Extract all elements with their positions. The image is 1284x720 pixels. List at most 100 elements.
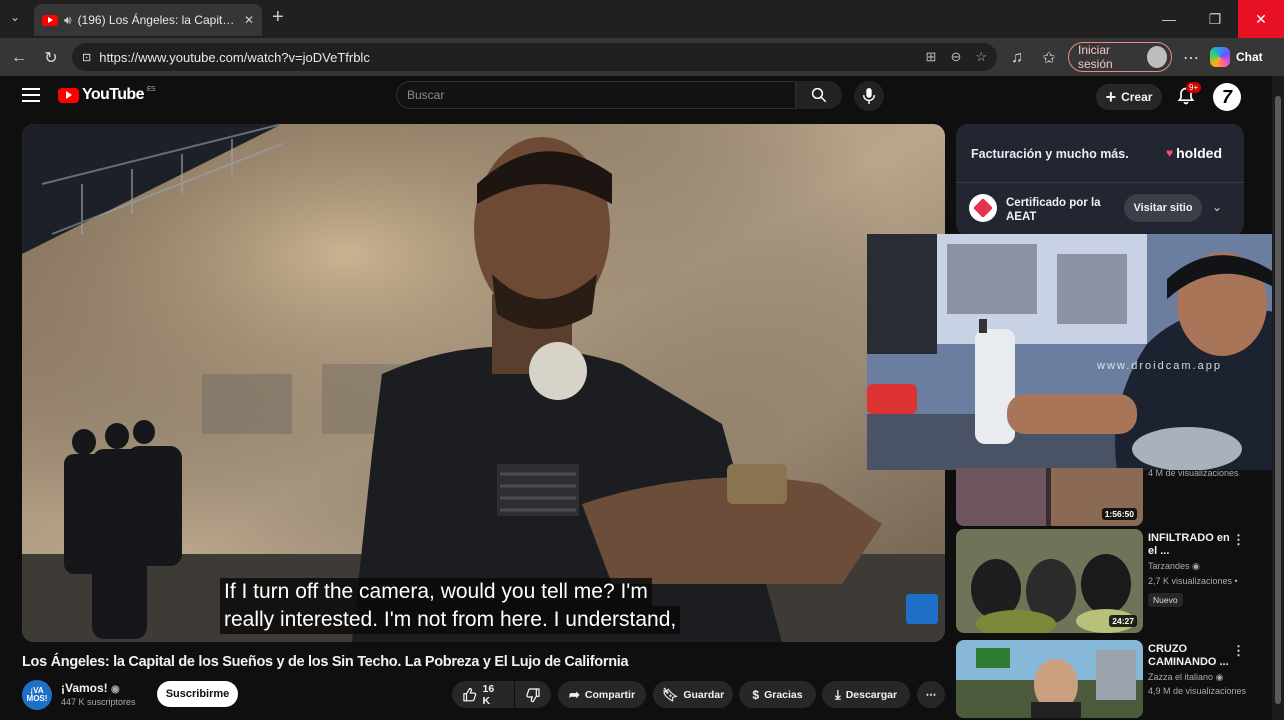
notifications-badge: 9+ <box>1186 82 1202 93</box>
favorites-icon[interactable]: ✩ <box>1038 47 1060 69</box>
channel-avatar[interactable]: ¡VA MOS! <box>22 680 52 710</box>
thanks-button[interactable]: $ Gracias <box>739 681 816 708</box>
tab-title: (196) Los Ángeles: la Capital de los Sue… <box>77 13 238 27</box>
share-icon: ➦ <box>568 686 580 702</box>
signin-label: Iniciar sesión <box>1078 43 1113 71</box>
copilot-icon <box>1210 47 1230 67</box>
like-count: 16 K <box>482 682 495 707</box>
subtitle-line: really interested. I'm not from here. I … <box>220 606 681 634</box>
video-frame <box>22 124 945 642</box>
thanks-label: Gracias <box>764 688 803 701</box>
ad-logo-icon <box>969 194 997 222</box>
ad-brand-name: holded <box>1176 145 1223 161</box>
plus-icon: + <box>1105 86 1117 107</box>
ad-card[interactable]: Facturación y mucho más. ♥ holded Certif… <box>956 124 1244 236</box>
favorite-star-icon[interactable]: ☆ <box>975 49 987 65</box>
browser-toolbar: ← ↻ ⊡ https://www.youtube.com/watch?v=jo… <box>0 38 1284 76</box>
media-control-icon[interactable]: ♫ <box>1006 47 1028 69</box>
profile-avatar-icon <box>1147 46 1167 68</box>
close-window-button[interactable]: ✕ <box>1238 0 1284 38</box>
close-tab-icon[interactable]: ✕ <box>244 13 254 27</box>
like-button[interactable]: 16 K <box>452 681 514 708</box>
video-title: Los Ángeles: la Capital de los Sueños y … <box>22 654 629 670</box>
youtube-logo-icon <box>58 87 79 103</box>
search-placeholder: Buscar <box>407 88 445 102</box>
channel-name[interactable]: ¡Vamos! ◉ <box>61 681 120 695</box>
restore-button[interactable]: ❐ <box>1192 0 1238 38</box>
chevron-down-icon[interactable]: ⌄ <box>1212 200 1222 214</box>
video-thumbnail[interactable]: 24:27 <box>956 529 1143 633</box>
video-duration: 24:27 <box>1109 615 1137 627</box>
verified-icon: ◉ <box>1192 561 1200 571</box>
more-vert-icon[interactable]: ⋮ <box>1232 532 1245 548</box>
webcam-overlay: www.droidcam.app <box>867 234 1284 470</box>
video-duration: 1:56:50 <box>1101 508 1137 520</box>
subtitle-line: If I turn off the camera, would you tell… <box>220 578 652 606</box>
heart-icon: ♥ <box>1166 146 1174 160</box>
app-available-icon[interactable]: ⊞ <box>926 49 937 65</box>
recommendation-meta: 4,9 M de visualizaciones <box>1148 686 1247 696</box>
search-input[interactable]: Buscar <box>396 81 796 109</box>
video-player[interactable] <box>22 124 945 642</box>
menu-icon[interactable] <box>22 88 40 102</box>
account-avatar[interactable]: 7 <box>1213 83 1241 111</box>
ad-brand: ♥ holded <box>1166 145 1222 161</box>
create-button[interactable]: + Crear <box>1096 84 1162 110</box>
droidcam-watermark: www.droidcam.app <box>1097 360 1222 372</box>
thumbs-down-icon <box>526 687 540 702</box>
browser-tab[interactable]: 🔊︎ (196) Los Ángeles: la Capital de los … <box>34 4 262 36</box>
youtube-logo[interactable]: YouTube ES <box>58 86 156 104</box>
download-icon: ⤓ <box>834 686 841 702</box>
minimize-button[interactable]: — <box>1146 0 1192 38</box>
more-actions-button[interactable]: ⋯ <box>917 681 945 708</box>
share-button[interactable]: ➦ Compartir <box>558 681 646 708</box>
recommendation-title[interactable]: CRUZO CAMINANDO ... <box>1148 643 1238 669</box>
speaker-icon[interactable]: 🔊︎ <box>64 13 72 28</box>
subscriber-count: 447 K suscriptores <box>61 697 136 707</box>
recommendation-item[interactable]: 24:27 INFILTRADO en el ... ⋮ Tarzandes ◉… <box>956 529 1276 633</box>
recommendation-item[interactable]: CRUZO CAMINANDO ... ⋮ Zazza el italiano … <box>956 640 1276 718</box>
browser-tab-bar: ⌄ 🔊︎ (196) Los Ángeles: la Capital de lo… <box>0 0 1284 38</box>
recommendation-title[interactable]: INFILTRADO en el ... <box>1148 532 1238 558</box>
thumbs-up-icon <box>463 687 477 701</box>
recommendation-channel: Zazza el italiano ◉ <box>1148 672 1223 683</box>
share-label: Compartir <box>584 688 636 701</box>
save-button[interactable]: 🔖︎ Guardar <box>653 681 733 708</box>
more-vert-icon[interactable]: ⋮ <box>1232 643 1245 659</box>
channel-text: Tarzandes <box>1148 561 1190 571</box>
visit-site-button[interactable]: Visitar sitio <box>1124 194 1202 222</box>
video-subtitles: If I turn off the camera, would you tell… <box>220 578 681 634</box>
recommendation-meta: 2,7 K visualizaciones • <box>1148 576 1238 586</box>
more-menu-icon[interactable]: ⋯ <box>1180 47 1202 69</box>
address-bar[interactable]: ⊡ https://www.youtube.com/watch?v=joDVeT… <box>72 43 997 71</box>
back-arrow-icon[interactable]: ← <box>8 47 30 69</box>
download-button[interactable]: ⤓ Descargar <box>822 681 910 708</box>
signin-button[interactable]: Iniciar sesión <box>1068 42 1172 72</box>
logo-text: YouTube <box>82 86 144 103</box>
tab-list-chevron-icon[interactable]: ⌄ <box>10 10 20 24</box>
new-tab-button[interactable]: + <box>272 6 284 29</box>
dislike-button[interactable] <box>515 681 551 708</box>
ad-headline: Facturación y mucho más. <box>971 147 1129 161</box>
download-label: Descargar <box>845 688 898 701</box>
create-label: Crear <box>1121 90 1153 104</box>
thanks-icon: $ <box>752 687 760 702</box>
logo-region: ES <box>146 86 156 93</box>
verified-icon: ◉ <box>1215 672 1224 682</box>
zoom-icon[interactable]: ⊖ <box>950 49 961 65</box>
site-info-icon[interactable]: ⊡ <box>82 51 91 64</box>
voice-search-button[interactable] <box>854 81 884 111</box>
video-thumbnail[interactable] <box>956 640 1143 718</box>
channel-name-text: ¡Vamos! <box>61 681 108 695</box>
reload-icon[interactable]: ↻ <box>40 47 62 69</box>
subscribe-button[interactable]: Suscribirme <box>157 681 238 707</box>
recommendation-item[interactable]: 1:56:50 4 M de visualizaciones <box>956 468 1276 526</box>
copilot-chat-button[interactable]: Chat <box>1210 42 1280 72</box>
scrollbar-thumb[interactable] <box>1275 96 1281 704</box>
ad-divider <box>956 182 1244 183</box>
youtube-favicon-icon <box>42 14 58 26</box>
save-label: Guardar <box>683 688 725 701</box>
new-badge: Nuevo <box>1148 593 1183 607</box>
channel-text: Zazza el italiano <box>1148 672 1214 682</box>
search-button[interactable] <box>796 81 842 109</box>
